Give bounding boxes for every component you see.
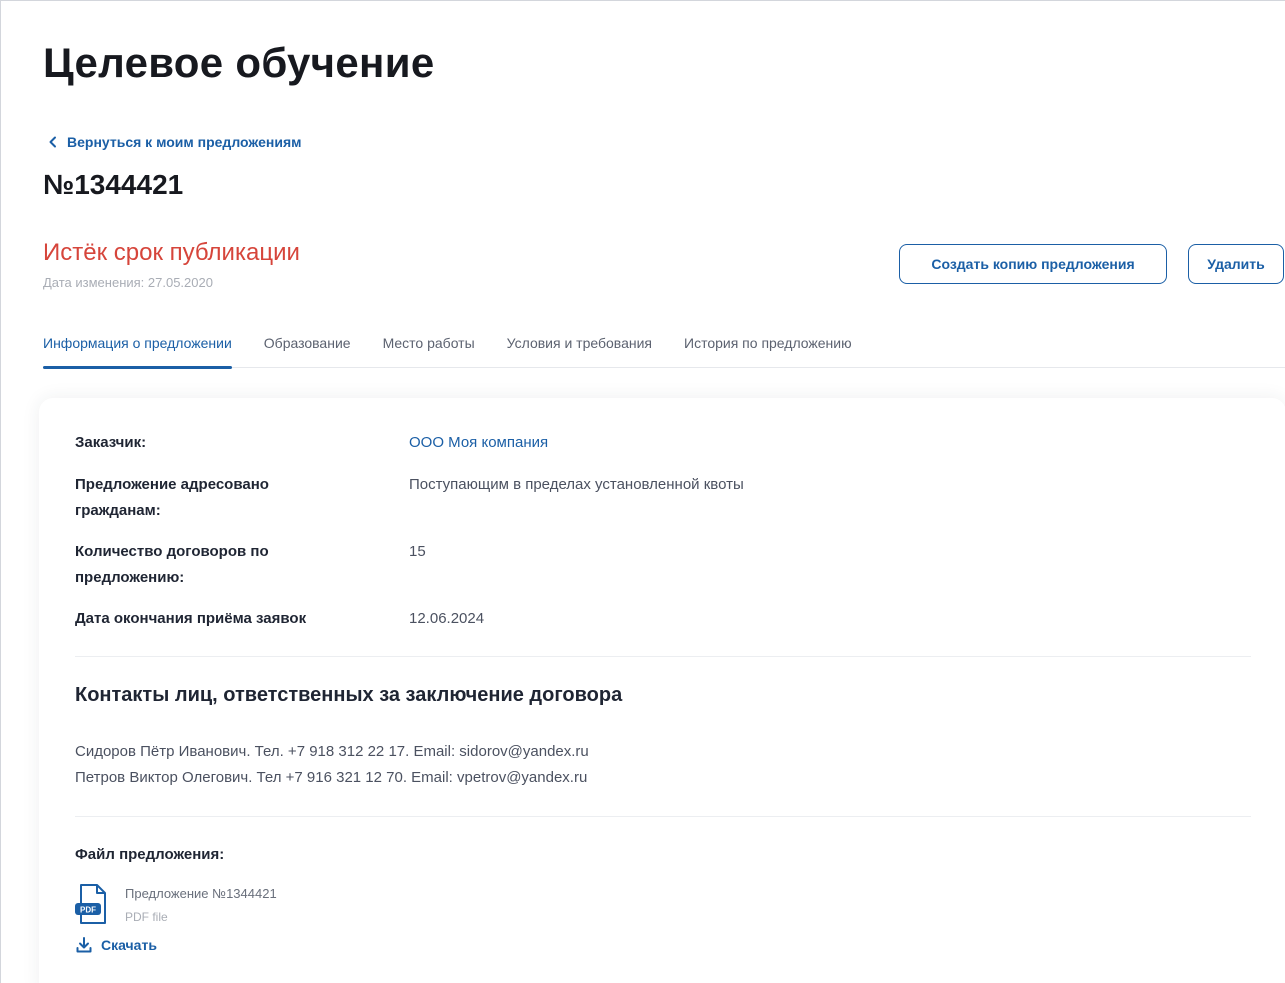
- addressed-label: Предложение адресовано гражданам:: [75, 476, 269, 519]
- addressed-value: Поступающим в пределах установленной кво…: [409, 476, 744, 493]
- file-name: Предложение №1344421: [125, 886, 277, 901]
- tab-workplace[interactable]: Место работы: [383, 331, 475, 367]
- page: Целевое обучение Вернуться к моим предло…: [0, 0, 1285, 983]
- offer-info-card: Заказчик: ООО Моя компания Предложение а…: [39, 398, 1285, 983]
- status-label: Истёк срок публикации: [43, 239, 300, 266]
- contact-line: Сидоров Пётр Иванович. Тел. +7 918 312 2…: [75, 743, 589, 760]
- file-label: Файл предложения:: [75, 846, 225, 863]
- back-link-label: Вернуться к моим предложениям: [67, 134, 302, 150]
- tab-history[interactable]: История по предложению: [684, 331, 852, 367]
- offer-number: №1344421: [43, 169, 184, 200]
- divider: [75, 816, 1251, 817]
- contracts-count-label: Количество договоров по предложению:: [75, 543, 269, 586]
- deadline-label: Дата окончания приёма заявок: [75, 610, 307, 627]
- customer-link[interactable]: ООО Моя компания: [409, 430, 809, 456]
- contact-line: Петров Виктор Олегович. Тел +7 916 321 1…: [75, 769, 588, 786]
- download-label: Скачать: [101, 937, 157, 953]
- customer-label: Заказчик:: [75, 434, 147, 451]
- divider: [75, 656, 1251, 657]
- pdf-icon-text: PDF: [80, 906, 96, 915]
- page-title: Целевое обучение: [43, 39, 435, 86]
- tab-bar: Информация о предложении Образование Мес…: [43, 331, 1285, 369]
- delete-button[interactable]: Удалить: [1188, 244, 1284, 284]
- pdf-file-icon[interactable]: PDF: [73, 882, 111, 926]
- tab-conditions[interactable]: Условия и требования: [507, 331, 652, 367]
- change-date: Дата изменения: 27.05.2020: [43, 275, 213, 290]
- file-type: PDF file: [125, 910, 168, 924]
- create-copy-button[interactable]: Создать копию предложения: [899, 244, 1167, 284]
- tab-offer-info[interactable]: Информация о предложении: [43, 331, 232, 369]
- download-link[interactable]: Скачать: [75, 936, 157, 954]
- contacts-title: Контакты лиц, ответственных за заключени…: [75, 684, 623, 706]
- chevron-left-icon: [49, 136, 56, 148]
- deadline-value: 12.06.2024: [409, 610, 485, 627]
- tab-education[interactable]: Образование: [264, 331, 351, 367]
- download-icon: [76, 937, 92, 953]
- contracts-count-value: 15: [409, 543, 426, 560]
- back-link[interactable]: Вернуться к моим предложениям: [47, 134, 302, 150]
